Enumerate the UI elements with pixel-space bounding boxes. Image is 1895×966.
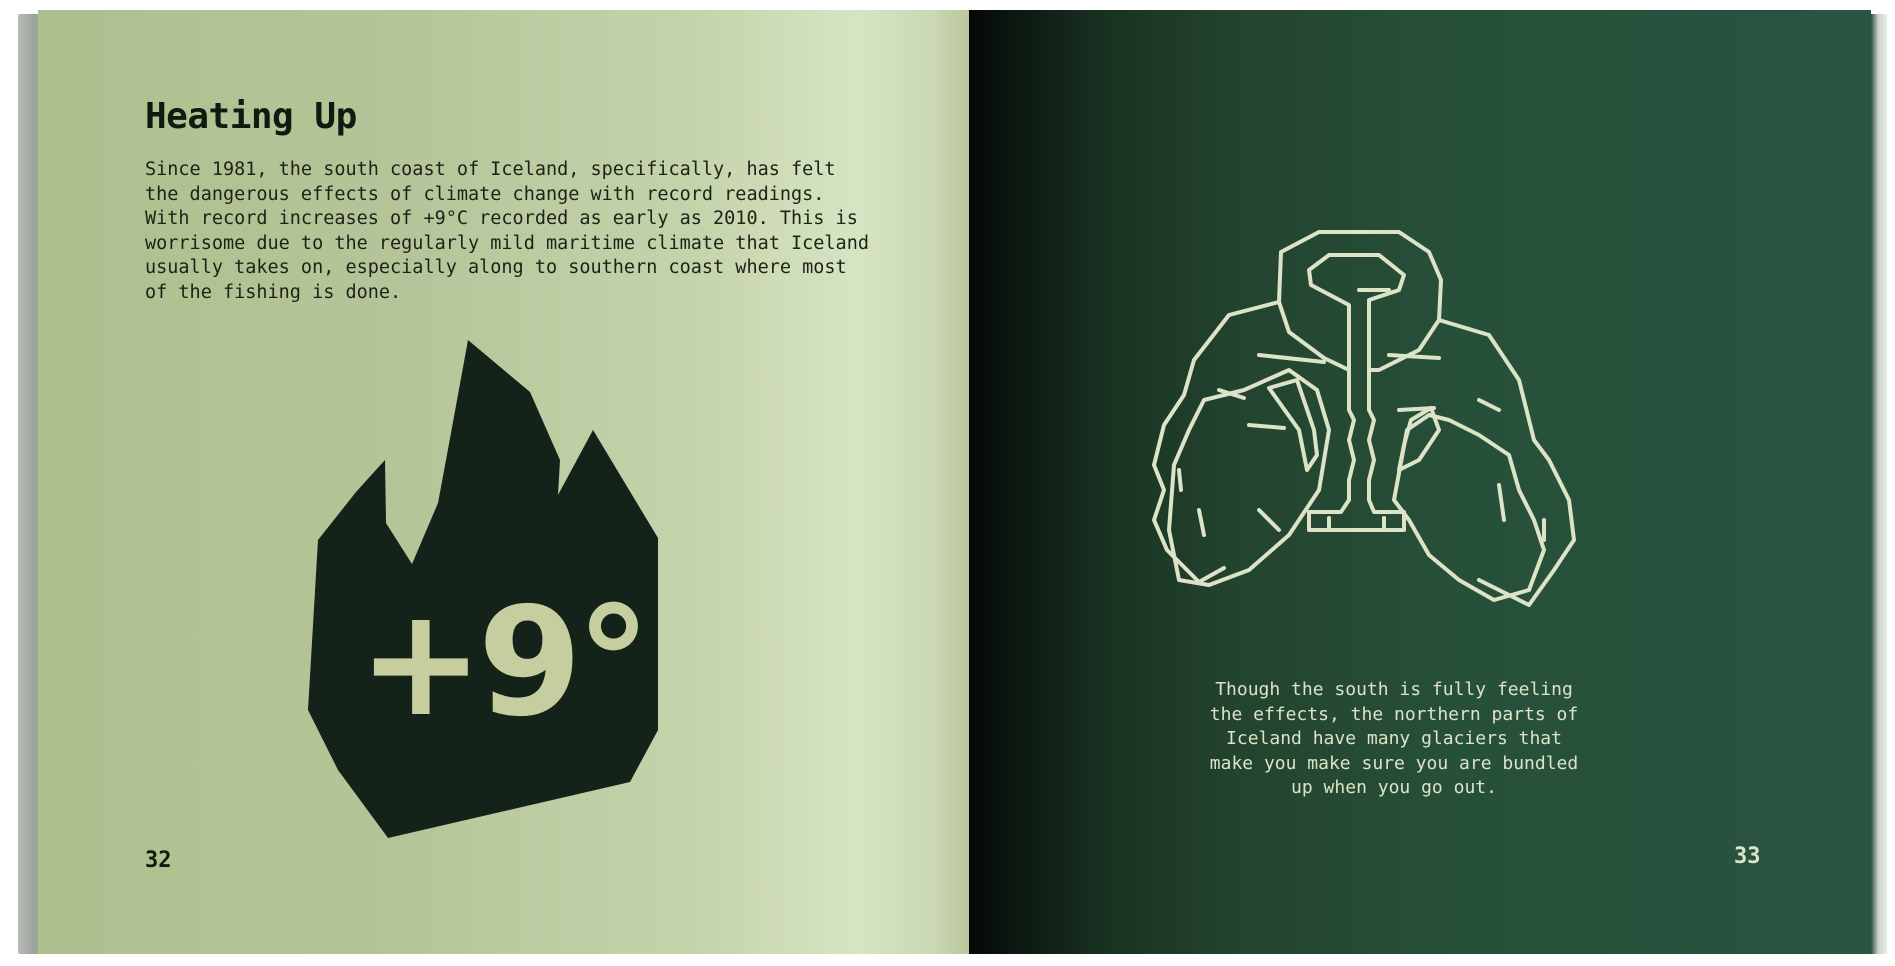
- jacket-caption: Though the south is fully feeling the ef…: [1209, 679, 1579, 798]
- left-page: Heating Up Since 1981, the south coast o…: [38, 10, 969, 954]
- book-edge-right: [1871, 14, 1887, 954]
- page-number-left: 32: [145, 848, 172, 873]
- puffer-jacket-icon: [1149, 230, 1639, 620]
- page-number-right: 33: [1734, 844, 1761, 869]
- page-heading: Heating Up: [145, 96, 357, 137]
- book-spread: Heating Up Since 1981, the south coast o…: [0, 0, 1895, 966]
- right-page: Though the south is fully feeling the ef…: [969, 10, 1871, 954]
- body-paragraph: Since 1981, the south coast of Iceland, …: [145, 159, 869, 303]
- temperature-increase-label: +9°: [358, 576, 651, 750]
